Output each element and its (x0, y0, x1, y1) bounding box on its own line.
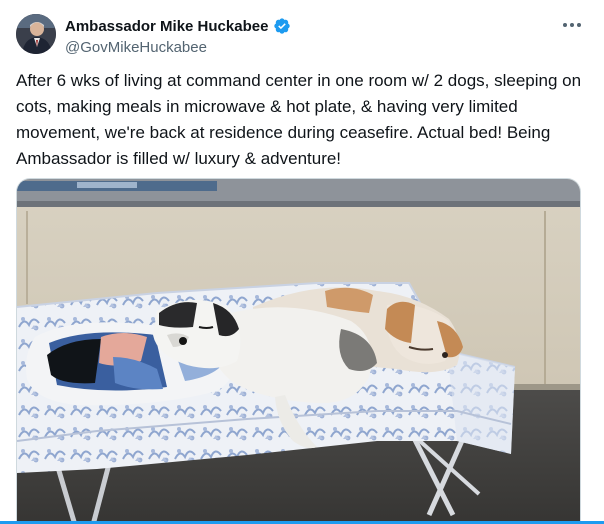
avatar[interactable] (16, 14, 56, 54)
tweet-text: After 6 wks of living at command center … (16, 71, 582, 168)
tweet-card: Ambassador Mike Huckabee @GovMikeHuckabe… (0, 0, 604, 524)
author-handle[interactable]: @GovMikeHuckabee (65, 39, 291, 56)
verified-badge-icon[interactable] (273, 17, 291, 35)
name-row: Ambassador Mike Huckabee (65, 16, 291, 36)
author-display-name[interactable]: Ambassador Mike Huckabee (65, 18, 268, 35)
tweet-photo[interactable] (16, 178, 581, 524)
avatar-image (16, 14, 56, 54)
photo-dogs-on-cot (17, 179, 580, 524)
author-block: Ambassador Mike Huckabee @GovMikeHuckabe… (65, 16, 291, 56)
more-options-icon[interactable] (558, 14, 586, 36)
